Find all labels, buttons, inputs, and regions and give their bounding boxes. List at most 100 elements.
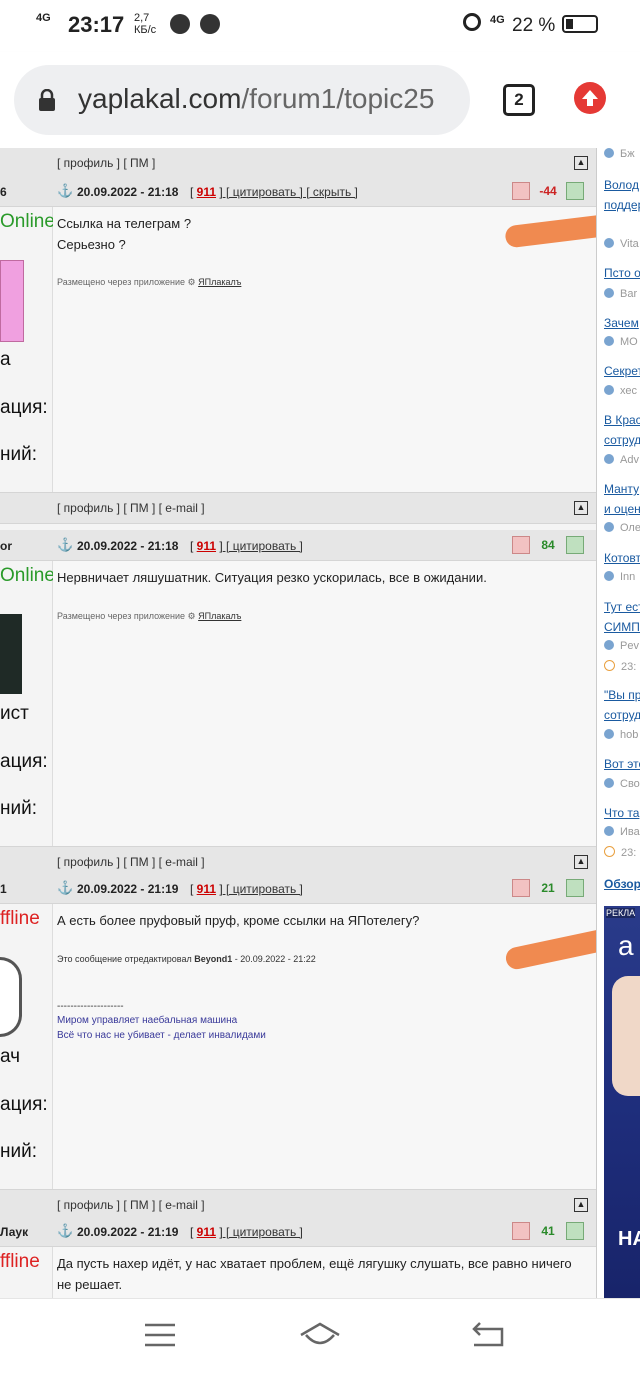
- post-links[interactable]: [ профиль ] [ ПМ ] [ e-mail ]: [57, 1198, 205, 1212]
- thumb-down-icon[interactable]: [512, 536, 530, 554]
- anchor-icon[interactable]: ⚓: [57, 880, 73, 896]
- topic-link[interactable]: Тут ест: [604, 600, 640, 614]
- posted-via: Размещено через приложение ⚙ ЯПлакалъ: [57, 277, 242, 287]
- topic-author: Ива: [604, 826, 640, 838]
- report-link[interactable]: 911: [197, 539, 216, 553]
- thumb-down-icon[interactable]: [512, 879, 530, 897]
- post: Лаук ⚓ 20.09.2022 - 21:19 [ 911 ] [ цити…: [0, 1216, 596, 1298]
- user-info: Online а ация: ний:: [0, 207, 55, 492]
- post-footer: [ профиль ] [ ПМ ] ▲: [0, 148, 596, 179]
- topic-link[interactable]: сотруд: [604, 433, 640, 447]
- tabs-button[interactable]: 2: [503, 84, 535, 116]
- scroll-top-icon[interactable]: ▲: [574, 501, 588, 515]
- app-link[interactable]: ЯПлакалъ: [198, 277, 241, 287]
- thumb-up-icon[interactable]: [566, 182, 584, 200]
- post-author[interactable]: or: [0, 539, 12, 553]
- ad-text: НА: [618, 1228, 640, 1250]
- topic-link[interactable]: и оцен: [604, 502, 640, 516]
- url-text: yaplakal.com/forum1/topic25: [78, 83, 435, 114]
- network-indicator: 4G: [36, 12, 51, 24]
- user-status: ffline: [0, 908, 40, 929]
- topic-author: хес: [604, 385, 637, 397]
- avatar[interactable]: [0, 614, 22, 694]
- thumb-up-icon[interactable]: [566, 536, 584, 554]
- user-rank: ач: [0, 1046, 21, 1067]
- chrome-icon: [200, 14, 220, 34]
- post-author[interactable]: Лаук: [0, 1225, 28, 1239]
- battery-icon: [562, 15, 598, 33]
- app-link[interactable]: ЯПлакалъ: [198, 611, 241, 621]
- thumb-down-icon[interactable]: [512, 182, 530, 200]
- topic-link[interactable]: В Крас: [604, 413, 640, 427]
- thumb-up-icon[interactable]: [566, 879, 584, 897]
- avatar[interactable]: [0, 957, 22, 1037]
- topic-time: 23:: [604, 846, 636, 859]
- avatar[interactable]: [0, 260, 24, 342]
- upload-icon[interactable]: [574, 82, 606, 114]
- ad-image: [612, 976, 640, 1096]
- ad-banner[interactable]: РЕКЛА а НА: [604, 906, 640, 1298]
- lock-icon: [39, 89, 55, 111]
- reputation-label: ация:: [0, 751, 48, 772]
- post-author[interactable]: 6: [0, 185, 7, 199]
- quote-link[interactable]: [ цитировать ] [ скрыть ]: [223, 185, 358, 199]
- home-icon[interactable]: [298, 1321, 342, 1349]
- report-link[interactable]: 911: [197, 882, 216, 896]
- post-links[interactable]: [ профиль ] [ ПМ ]: [57, 156, 155, 170]
- topic-link[interactable]: Что та: [604, 806, 640, 820]
- quote-link[interactable]: [ цитировать ]: [223, 882, 303, 896]
- post-header: 6 ⚓ 20.09.2022 - 21:18 [ 911 ] [ цитиров…: [0, 176, 596, 207]
- report-link[interactable]: 911: [197, 1225, 216, 1239]
- anchor-icon[interactable]: ⚓: [57, 1223, 73, 1239]
- post-header: or ⚓ 20.09.2022 - 21:18 [ 911 ] [ цитиро…: [0, 530, 596, 561]
- posts-count-label: ний:: [0, 444, 37, 465]
- report-link[interactable]: 911: [197, 185, 216, 199]
- post-links[interactable]: [ профиль ] [ ПМ ] [ e-mail ]: [57, 501, 205, 515]
- user-info: ffline: [0, 1247, 53, 1298]
- system-nav-bar: [0, 1298, 640, 1374]
- quote-link[interactable]: [ цитировать ]: [223, 539, 303, 553]
- network-indicator-2: 4G: [490, 14, 505, 26]
- thumb-up-icon[interactable]: [566, 1222, 584, 1240]
- data-speed: 2,7 КБ/с: [134, 12, 157, 36]
- topic-link[interactable]: Секрет: [604, 364, 640, 378]
- sidebar-topics: Бж Волод поддер Vita Пстo о Bar Зачем МО…: [596, 148, 640, 1298]
- topic-link[interactable]: Пстo о: [604, 266, 640, 280]
- topic-link[interactable]: СИМПС: [604, 620, 640, 634]
- post-header: Лаук ⚓ 20.09.2022 - 21:19 [ 911 ] [ цити…: [0, 1216, 596, 1247]
- topic-link[interactable]: Манту: [604, 482, 640, 496]
- topic-link[interactable]: Котовт: [604, 551, 640, 565]
- topic-link[interactable]: Зачем: [604, 316, 640, 330]
- topic-link[interactable]: Вот это: [604, 757, 640, 771]
- post-actions: [ 911 ] [ цитировать ]: [190, 1225, 303, 1239]
- signature-separator: --------------------: [57, 1001, 124, 1012]
- user-rank: а: [0, 349, 11, 370]
- user-info: Online ист ация: ний:: [0, 561, 55, 846]
- post-text: Да пусть нахер идёт, у нас хватает пробл…: [57, 1256, 572, 1292]
- overview-link[interactable]: Обзор: [604, 877, 640, 891]
- anchor-icon[interactable]: ⚓: [57, 183, 73, 199]
- scroll-top-icon[interactable]: ▲: [574, 156, 588, 170]
- topic-link[interactable]: "Вы пр: [604, 688, 640, 702]
- menu-icon[interactable]: [143, 1321, 177, 1349]
- post-text: А есть более пруфовый пруф, кроме ссылки…: [57, 913, 420, 928]
- posts-count-label: ний:: [0, 798, 37, 819]
- post: 6 ⚓ 20.09.2022 - 21:18 [ 911 ] [ цитиров…: [0, 176, 596, 524]
- ad-label: РЕКЛА: [606, 908, 636, 918]
- topic-link[interactable]: поддер: [604, 198, 640, 212]
- scroll-top-icon[interactable]: ▲: [574, 1198, 588, 1212]
- topic-link[interactable]: Волод: [604, 178, 640, 192]
- chrome-icon: [170, 14, 190, 34]
- thumb-down-icon[interactable]: [512, 1222, 530, 1240]
- topic-author: Adv: [604, 454, 639, 466]
- post-author[interactable]: 1: [0, 882, 7, 896]
- reputation-label: ация:: [0, 397, 48, 418]
- topic-link[interactable]: сотруд: [604, 708, 640, 722]
- anchor-icon[interactable]: ⚓: [57, 537, 73, 553]
- address-bar[interactable]: yaplakal.com/forum1/topic25: [14, 65, 470, 135]
- back-icon[interactable]: [470, 1321, 506, 1349]
- scroll-top-icon[interactable]: ▲: [574, 855, 588, 869]
- topic-author: Inn: [604, 571, 635, 583]
- post-links[interactable]: [ профиль ] [ ПМ ] [ e-mail ]: [57, 855, 205, 869]
- quote-link[interactable]: [ цитировать ]: [223, 1225, 303, 1239]
